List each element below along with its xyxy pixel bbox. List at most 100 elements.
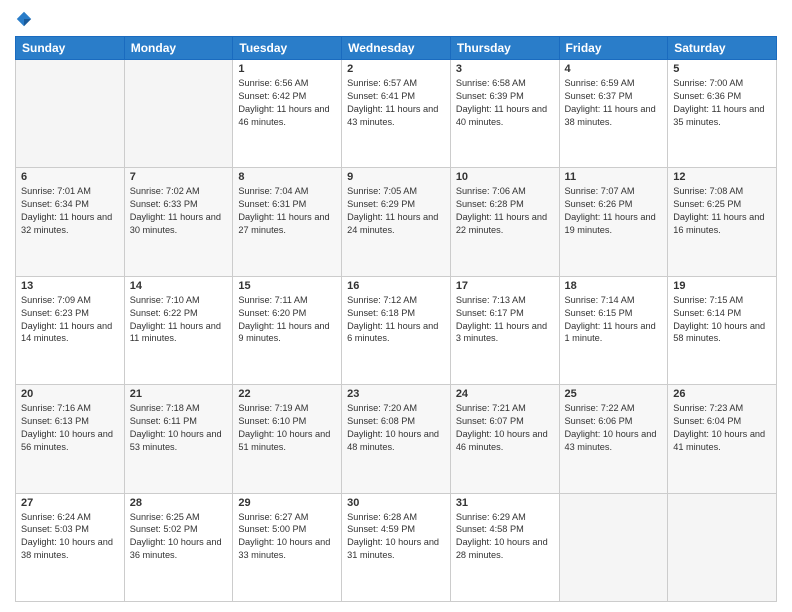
- day-info: Sunrise: 7:13 AMSunset: 6:17 PMDaylight:…: [456, 294, 554, 346]
- day-number: 14: [130, 280, 228, 292]
- day-number: 5: [673, 63, 771, 75]
- calendar-day-cell: [16, 60, 125, 168]
- day-number: 21: [130, 388, 228, 400]
- day-number: 3: [456, 63, 554, 75]
- calendar-day-cell: 5 Sunrise: 7:00 AMSunset: 6:36 PMDaylight…: [668, 60, 777, 168]
- calendar-day-cell: 6 Sunrise: 7:01 AMSunset: 6:34 PMDaylight…: [16, 168, 125, 276]
- day-info: Sunrise: 6:27 AMSunset: 5:00 PMDaylight:…: [238, 511, 336, 563]
- day-info: Sunrise: 7:19 AMSunset: 6:10 PMDaylight:…: [238, 402, 336, 454]
- calendar-day-cell: 7 Sunrise: 7:02 AMSunset: 6:33 PMDaylight…: [124, 168, 233, 276]
- day-number: 12: [673, 171, 771, 183]
- calendar-day-cell: 20 Sunrise: 7:16 AMSunset: 6:13 PMDayligh…: [16, 385, 125, 493]
- day-info: Sunrise: 7:10 AMSunset: 6:22 PMDaylight:…: [130, 294, 228, 346]
- calendar-day-cell: 18 Sunrise: 7:14 AMSunset: 6:15 PMDayligh…: [559, 276, 668, 384]
- day-info: Sunrise: 7:15 AMSunset: 6:14 PMDaylight:…: [673, 294, 771, 346]
- day-info: Sunrise: 6:58 AMSunset: 6:39 PMDaylight:…: [456, 77, 554, 129]
- day-info: Sunrise: 6:57 AMSunset: 6:41 PMDaylight:…: [347, 77, 445, 129]
- day-number: 2: [347, 63, 445, 75]
- day-number: 30: [347, 497, 445, 509]
- day-number: 13: [21, 280, 119, 292]
- day-info: Sunrise: 6:56 AMSunset: 6:42 PMDaylight:…: [238, 77, 336, 129]
- day-info: Sunrise: 7:22 AMSunset: 6:06 PMDaylight:…: [565, 402, 663, 454]
- day-info: Sunrise: 7:11 AMSunset: 6:20 PMDaylight:…: [238, 294, 336, 346]
- calendar-week-row: 13 Sunrise: 7:09 AMSunset: 6:23 PMDayligh…: [16, 276, 777, 384]
- calendar-day-cell: 8 Sunrise: 7:04 AMSunset: 6:31 PMDaylight…: [233, 168, 342, 276]
- calendar-day-cell: 23 Sunrise: 7:20 AMSunset: 6:08 PMDayligh…: [342, 385, 451, 493]
- calendar-day-cell: 25Sunrise: 7:22 AMSunset: 6:06 PMDayligh…: [559, 385, 668, 493]
- day-info: Sunrise: 7:16 AMSunset: 6:13 PMDaylight:…: [21, 402, 119, 454]
- calendar-day-cell: 30Sunrise: 6:28 AMSunset: 4:59 PMDayligh…: [342, 493, 451, 601]
- day-info: Sunrise: 7:14 AMSunset: 6:15 PMDaylight:…: [565, 294, 663, 346]
- day-info: Sunrise: 7:02 AMSunset: 6:33 PMDaylight:…: [130, 185, 228, 237]
- calendar-day-cell: [124, 60, 233, 168]
- calendar-day-cell: 4 Sunrise: 6:59 AMSunset: 6:37 PMDaylight…: [559, 60, 668, 168]
- day-info: Sunrise: 7:06 AMSunset: 6:28 PMDaylight:…: [456, 185, 554, 237]
- day-info: Sunrise: 7:23 AMSunset: 6:04 PMDaylight:…: [673, 402, 771, 454]
- calendar-day-cell: 1 Sunrise: 6:56 AMSunset: 6:42 PMDaylight…: [233, 60, 342, 168]
- day-number: 19: [673, 280, 771, 292]
- weekday-header: Tuesday: [233, 37, 342, 60]
- day-number: 6: [21, 171, 119, 183]
- day-info: Sunrise: 6:24 AMSunset: 5:03 PMDaylight:…: [21, 511, 119, 563]
- day-info: Sunrise: 7:20 AMSunset: 6:08 PMDaylight:…: [347, 402, 445, 454]
- day-number: 7: [130, 171, 228, 183]
- day-info: Sunrise: 7:12 AMSunset: 6:18 PMDaylight:…: [347, 294, 445, 346]
- calendar-day-cell: 29 Sunrise: 6:27 AMSunset: 5:00 PMDayligh…: [233, 493, 342, 601]
- calendar-day-cell: 21 Sunrise: 7:18 AMSunset: 6:11 PMDayligh…: [124, 385, 233, 493]
- header: [15, 10, 777, 28]
- day-info: Sunrise: 6:59 AMSunset: 6:37 PMDaylight:…: [565, 77, 663, 129]
- day-number: 17: [456, 280, 554, 292]
- day-info: Sunrise: 7:04 AMSunset: 6:31 PMDaylight:…: [238, 185, 336, 237]
- day-number: 31: [456, 497, 554, 509]
- weekday-header: Monday: [124, 37, 233, 60]
- logo: [15, 10, 35, 28]
- calendar-day-cell: 9Sunrise: 7:05 AMSunset: 6:29 PMDaylight…: [342, 168, 451, 276]
- calendar-week-row: 20 Sunrise: 7:16 AMSunset: 6:13 PMDayligh…: [16, 385, 777, 493]
- day-number: 18: [565, 280, 663, 292]
- calendar-day-cell: 27 Sunrise: 6:24 AMSunset: 5:03 PMDayligh…: [16, 493, 125, 601]
- calendar-week-row: 6 Sunrise: 7:01 AMSunset: 6:34 PMDaylight…: [16, 168, 777, 276]
- calendar-day-cell: 2 Sunrise: 6:57 AMSunset: 6:41 PMDaylight…: [342, 60, 451, 168]
- day-info: Sunrise: 7:05 AMSunset: 6:29 PMDaylight:…: [347, 185, 445, 237]
- calendar-day-cell: [559, 493, 668, 601]
- calendar-day-cell: 3 Sunrise: 6:58 AMSunset: 6:39 PMDaylight…: [450, 60, 559, 168]
- day-number: 1: [238, 63, 336, 75]
- weekday-header: Thursday: [450, 37, 559, 60]
- weekday-header: Saturday: [668, 37, 777, 60]
- calendar-day-cell: 28Sunrise: 6:25 AMSunset: 5:02 PMDayligh…: [124, 493, 233, 601]
- calendar-day-cell: 31 Sunrise: 6:29 AMSunset: 4:58 PMDayligh…: [450, 493, 559, 601]
- day-number: 8: [238, 171, 336, 183]
- weekday-header: Wednesday: [342, 37, 451, 60]
- day-number: 10: [456, 171, 554, 183]
- calendar-day-cell: 11 Sunrise: 7:07 AMSunset: 6:26 PMDayligh…: [559, 168, 668, 276]
- calendar-day-cell: 17 Sunrise: 7:13 AMSunset: 6:17 PMDayligh…: [450, 276, 559, 384]
- day-number: 11: [565, 171, 663, 183]
- day-info: Sunrise: 7:07 AMSunset: 6:26 PMDaylight:…: [565, 185, 663, 237]
- calendar-week-row: 27 Sunrise: 6:24 AMSunset: 5:03 PMDayligh…: [16, 493, 777, 601]
- day-info: Sunrise: 7:01 AMSunset: 6:34 PMDaylight:…: [21, 185, 119, 237]
- weekday-header: Friday: [559, 37, 668, 60]
- calendar-day-cell: 26Sunrise: 7:23 AMSunset: 6:04 PMDayligh…: [668, 385, 777, 493]
- calendar: SundayMondayTuesdayWednesdayThursdayFrid…: [15, 36, 777, 602]
- day-info: Sunrise: 7:09 AMSunset: 6:23 PMDaylight:…: [21, 294, 119, 346]
- calendar-day-cell: 22 Sunrise: 7:19 AMSunset: 6:10 PMDayligh…: [233, 385, 342, 493]
- calendar-day-cell: 10 Sunrise: 7:06 AMSunset: 6:28 PMDayligh…: [450, 168, 559, 276]
- day-number: 22: [238, 388, 336, 400]
- logo-icon: [15, 10, 33, 28]
- day-info: Sunrise: 7:21 AMSunset: 6:07 PMDaylight:…: [456, 402, 554, 454]
- day-number: 23: [347, 388, 445, 400]
- day-number: 20: [21, 388, 119, 400]
- day-number: 24: [456, 388, 554, 400]
- day-number: 27: [21, 497, 119, 509]
- calendar-day-cell: 14 Sunrise: 7:10 AMSunset: 6:22 PMDayligh…: [124, 276, 233, 384]
- calendar-day-cell: 16Sunrise: 7:12 AMSunset: 6:18 PMDayligh…: [342, 276, 451, 384]
- day-number: 29: [238, 497, 336, 509]
- day-number: 4: [565, 63, 663, 75]
- day-info: Sunrise: 7:08 AMSunset: 6:25 PMDaylight:…: [673, 185, 771, 237]
- page: SundayMondayTuesdayWednesdayThursdayFrid…: [0, 0, 792, 612]
- day-info: Sunrise: 6:25 AMSunset: 5:02 PMDaylight:…: [130, 511, 228, 563]
- day-info: Sunrise: 7:18 AMSunset: 6:11 PMDaylight:…: [130, 402, 228, 454]
- day-info: Sunrise: 6:29 AMSunset: 4:58 PMDaylight:…: [456, 511, 554, 563]
- day-info: Sunrise: 7:00 AMSunset: 6:36 PMDaylight:…: [673, 77, 771, 129]
- calendar-day-cell: 13 Sunrise: 7:09 AMSunset: 6:23 PMDayligh…: [16, 276, 125, 384]
